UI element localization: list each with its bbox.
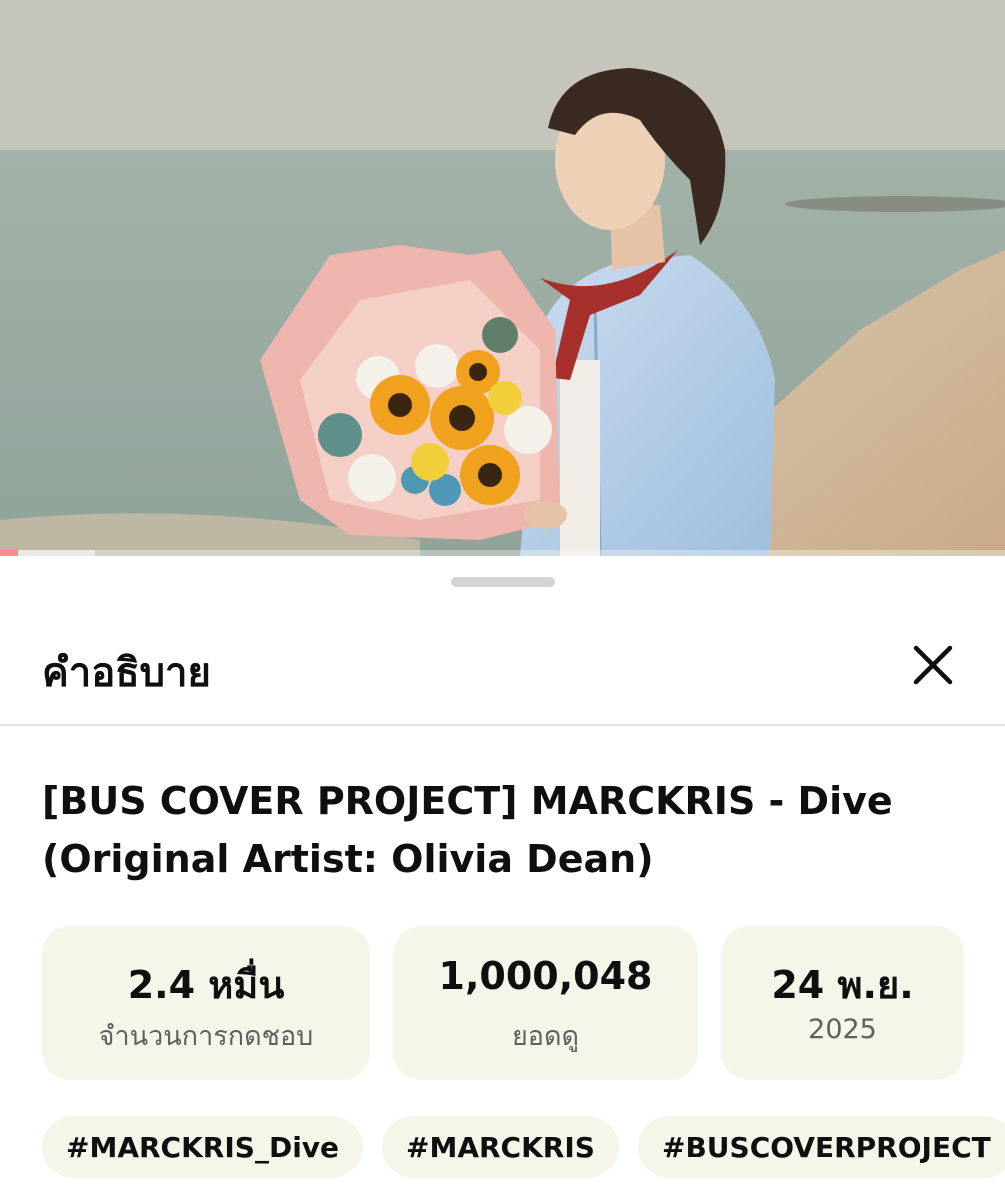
upload-date: 24 พ.ย.	[771, 963, 914, 1007]
views-label: ยอดดู	[511, 1021, 580, 1052]
video-player[interactable]	[0, 0, 1005, 556]
hashtag-chip[interactable]: #MARCKRIS	[382, 1116, 619, 1178]
likes-count: 2.4 หมื่น	[127, 963, 285, 1007]
video-title-line-2: (Original Artist: Olivia Dean)	[42, 837, 654, 881]
close-button[interactable]	[900, 632, 966, 698]
sheet-header: คำอธิบาย	[0, 616, 1005, 726]
likes-label: จำนวนการกดชอบ	[98, 1021, 314, 1052]
video-frame-image	[0, 0, 1005, 556]
hashtag-chip[interactable]: #MARCKRIS_Dive	[42, 1116, 364, 1178]
likes-stat: 2.4 หมื่น จำนวนการกดชอบ	[42, 926, 370, 1080]
video-title: [BUS COVER PROJECT] MARCKRIS - Dive (Ori…	[42, 772, 942, 888]
sheet-drag-handle[interactable]	[451, 577, 555, 587]
views-count: 1,000,048	[438, 954, 653, 998]
hashtag-chip[interactable]: #BUSCOVERPROJECT	[638, 1116, 1005, 1178]
views-stat: 1,000,048 ยอดดู	[393, 926, 698, 1080]
video-title-line-1: [BUS COVER PROJECT] MARCKRIS - Dive	[42, 779, 893, 823]
description-sheet: คำอธิบาย [BUS COVER PROJECT] MARCKRIS - …	[0, 556, 1005, 1200]
date-stat: 24 พ.ย. 2025	[721, 926, 964, 1080]
upload-year: 2025	[808, 1014, 877, 1045]
close-icon	[913, 645, 953, 685]
sheet-title: คำอธิบาย	[42, 650, 211, 696]
